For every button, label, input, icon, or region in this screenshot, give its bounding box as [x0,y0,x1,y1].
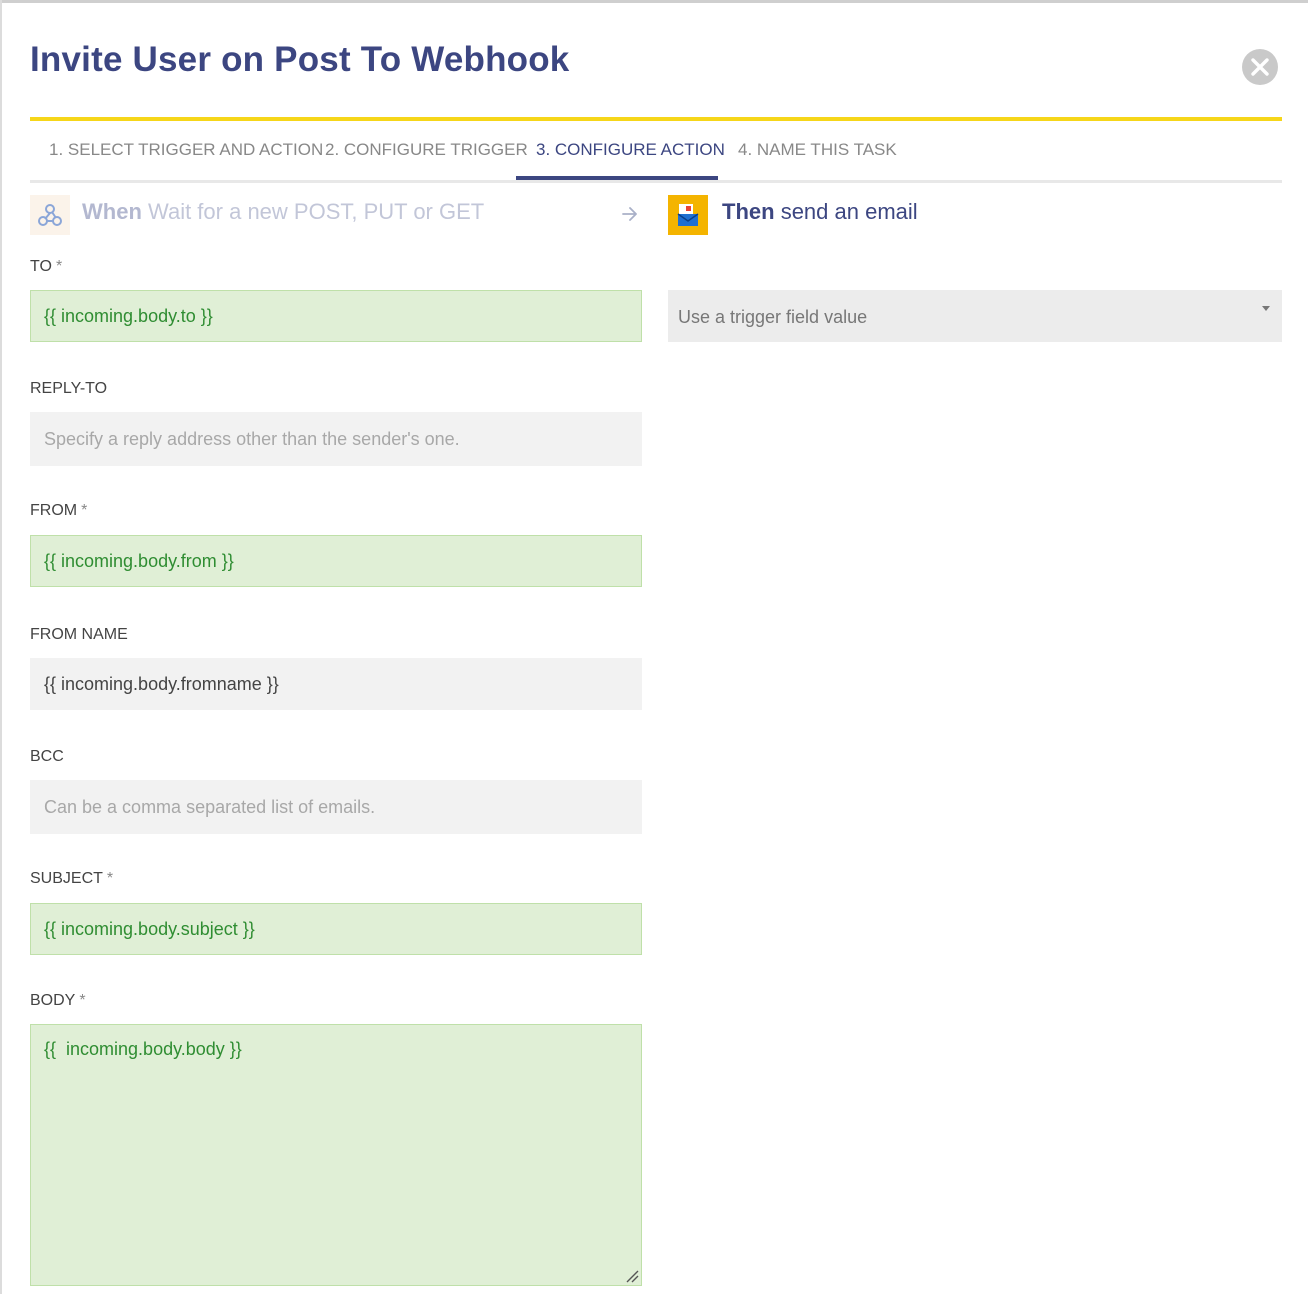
body-textarea-value: {{ incoming.body.body }} [44,1039,242,1059]
trigger-keyword: When [82,199,142,224]
tabs-divider [30,180,1282,183]
bcc-label: BCC [30,748,64,765]
to-label: TO * [30,258,63,275]
bcc-field[interactable]: Can be a comma separated list of emails. [30,780,642,834]
subject-field[interactable]: {{ incoming.body.subject }} [30,903,642,955]
required-marker: * [79,992,86,1009]
action-keyword: Then [722,199,775,224]
reply-to-label: REPLY-TO [30,380,108,397]
wizard-tabs: 1. SELECT TRIGGER AND ACTION 2. CONFIGUR… [30,122,1282,180]
dialog-title: Invite User on Post To Webhook [30,40,570,79]
webhook-icon [30,195,70,235]
tab-configure-trigger[interactable]: 2. CONFIGURE TRIGGER [325,122,528,178]
close-icon [1251,58,1269,76]
close-button[interactable] [1242,49,1278,85]
from-field[interactable]: {{ incoming.body.from }} [30,535,642,587]
from-name-label: FROM NAME [30,626,128,643]
required-marker: * [106,870,114,887]
required-marker: * [55,258,63,275]
tab-select-trigger-and-action[interactable]: 1. SELECT TRIGGER AND ACTION [49,122,323,178]
action-description: send an email [780,199,918,224]
reply-to-field[interactable]: Specify a reply address other than the s… [30,412,642,466]
window-left-border [0,0,2,1294]
to-source-select[interactable]: Use a trigger field value [668,290,1282,342]
to-field[interactable]: {{ incoming.body.to }} [30,290,642,342]
trigger-summary: When Wait for a new POST, PUT or GET [30,193,642,237]
caret-down-icon [1262,306,1270,311]
tab-configure-action[interactable]: 3. CONFIGURE ACTION [536,122,725,178]
subject-label: SUBJECT * [30,870,114,887]
email-icon [668,195,708,235]
resize-grip-icon[interactable] [625,1269,639,1283]
tab-name-this-task[interactable]: 4. NAME THIS TASK [738,122,897,178]
to-source-select-value: Use a trigger field value [678,307,868,327]
body-textarea[interactable]: {{ incoming.body.body }} [30,1024,642,1286]
trigger-description: Wait for a new POST, PUT or GET [148,199,485,224]
window-top-border [0,0,1308,3]
body-label: BODY * [30,992,86,1009]
header-accent-rule [30,117,1282,121]
from-label: FROM * [30,502,88,519]
required-marker: * [81,502,88,519]
from-name-field[interactable]: {{ incoming.body.fromname }} [30,658,642,710]
arrow-right-icon [622,207,637,221]
